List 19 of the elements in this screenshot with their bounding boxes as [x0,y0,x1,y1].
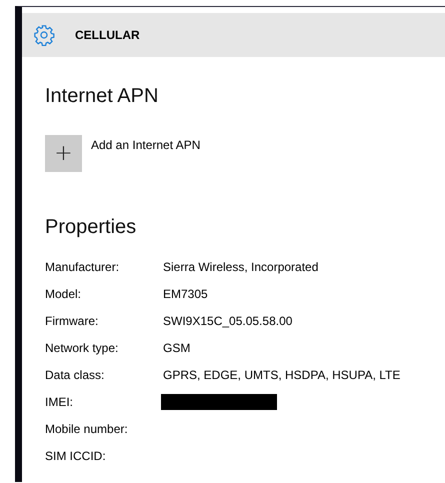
property-label: Firmware: [45,314,100,328]
page-title: CELLULAR [75,28,140,42]
property-label: SIM ICCID: [45,448,107,462]
property-label: Network type: [45,340,120,354]
property-label: Model: [45,286,82,300]
property-value: GPRS, EDGE, UMTS, HSDPA, HSUPA, LTE [163,368,402,382]
section-heading: Internet APN [45,85,160,108]
add-apn-label[interactable]: Add an Internet APN [91,138,200,152]
property-value: EM7305 [163,286,209,300]
settings-icon [33,24,55,46]
property-value: SWI9X15C_05.05.58.00 [163,314,294,328]
property-value: GSM [163,340,192,354]
add-apn-button[interactable]: + [45,135,82,172]
section-heading: Properties [45,216,138,239]
property-label: IMEI: [45,394,74,408]
property-label: Mobile number: [45,422,129,436]
property-label: Manufacturer: [45,260,120,274]
property-label: Data class: [45,368,106,382]
property-value: Sierra Wireless, Incorporated [163,260,320,274]
